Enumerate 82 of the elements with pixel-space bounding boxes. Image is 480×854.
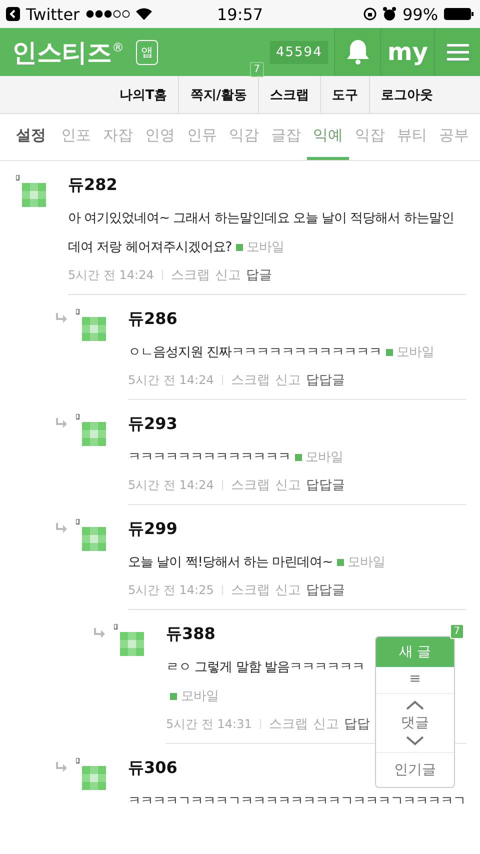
popular-button[interactable]: 인기글	[376, 752, 454, 787]
reply-arrow-icon	[54, 523, 68, 535]
reply-arrow-icon	[92, 628, 106, 640]
category-tab[interactable]: 자잡	[97, 114, 139, 160]
nav-link[interactable]: 나의T홈	[108, 76, 178, 113]
action-link[interactable]: 스크랩	[230, 371, 270, 389]
chevron-down-icon[interactable]	[406, 736, 424, 746]
reply-arrow-icon	[54, 418, 68, 430]
action-link[interactable]: 신고	[274, 581, 301, 599]
category-tab[interactable]: 공부	[433, 114, 475, 160]
rotation-lock-icon	[363, 7, 378, 21]
battery-icon	[444, 8, 474, 20]
category-tab[interactable]: 인영	[139, 114, 181, 160]
reply-link[interactable]: 답답	[344, 715, 370, 733]
chevron-up-icon[interactable]	[406, 700, 424, 710]
settings-tab[interactable]: 설정	[10, 114, 52, 160]
app-badge[interactable]: 앱	[136, 40, 158, 64]
nav-link[interactable]: 로그아웃	[369, 76, 444, 113]
comment-time: 5시간 전 14:25	[128, 582, 214, 598]
username: 듀286	[128, 309, 178, 330]
nav-link[interactable]: 스크랩	[258, 76, 320, 113]
comment-text: ㅋㅋㅋㅋㄱㅋㅋㅋㄱㅋㅋㅋㅋㅋㅋㅋㅋㄱㅋㅋㅋㄱㅋㅋㅋㅋㄱ	[128, 793, 466, 811]
wifi-icon	[136, 8, 152, 20]
username: 듀388	[166, 624, 216, 645]
back-icon[interactable]	[6, 7, 20, 21]
notification-button[interactable]	[334, 28, 380, 76]
comment-time: 5시간 전 14:24	[68, 266, 154, 284]
site-logo[interactable]: 인스티즈$^{®}$	[12, 36, 124, 68]
comments-label: 댓글	[401, 714, 429, 732]
comment-text: ㅋㅋㅋㅋㅋㅋㅋㅋㅋㅋㅋㅋㅋ 모바일	[128, 443, 466, 472]
category-tab[interactable]: 익감	[223, 114, 265, 160]
comment-text: 오늘 날이 쩍!당해서 하는 마린데여~ 모바일	[128, 548, 466, 577]
alarm-icon	[383, 7, 396, 21]
comment-time: 5시간 전 14:24	[128, 372, 214, 388]
action-link[interactable]: 스크랩	[230, 476, 270, 494]
action-link[interactable]: 신고	[274, 476, 301, 494]
username: 듀299	[128, 519, 178, 540]
username: 듀282	[68, 175, 118, 196]
action-link[interactable]: 스크랩	[170, 266, 210, 284]
nav-link[interactable]: 도구	[320, 76, 369, 113]
mobile-tag: 모바일	[294, 443, 343, 472]
visitor-count: 45594	[270, 40, 328, 64]
reply-link[interactable]: 답답글	[306, 581, 345, 599]
action-link[interactable]: 신고	[312, 715, 339, 733]
menu-button[interactable]	[434, 28, 480, 76]
bell-icon	[346, 39, 370, 65]
comment-text: ㅇㄴ음성지원 진짜ㅋㅋㅋㅋㅋㅋㅋㅋㅋㅋㅋㅋ 모바일	[128, 338, 466, 367]
category-tab[interactable]: 글잡	[265, 114, 307, 160]
my-button[interactable]: my	[380, 28, 434, 76]
reply-arrow-icon	[54, 313, 68, 325]
reply-arrow-icon	[54, 762, 68, 774]
comment-text: ㄹㅇ 그렇게 말함 발음ㅋㅋㅋㅋㅋㅋ 모바일	[166, 653, 375, 711]
signal-icon	[86, 10, 130, 18]
clock: 19:57	[216, 4, 264, 24]
category-tab[interactable]: 익예	[307, 114, 349, 160]
count-badge: 7	[450, 624, 464, 639]
mobile-tag: 모바일	[170, 682, 218, 711]
mobile-tag: 모바일	[386, 338, 434, 367]
reply-link[interactable]: 답답글	[306, 476, 345, 494]
new-post-button[interactable]: 새 글	[376, 637, 454, 667]
mobile-tag: 모바일	[336, 548, 386, 577]
username: 듀306	[128, 758, 178, 779]
action-link[interactable]: 스크랩	[230, 581, 270, 599]
username: 듀293	[128, 414, 178, 435]
reply-link[interactable]: 답글	[246, 266, 272, 284]
action-link[interactable]: 신고	[214, 266, 241, 284]
comment-time: 5시간 전 14:24	[128, 476, 214, 494]
category-tab[interactable]: 인뮤	[181, 114, 223, 160]
mobile-tag: 모바일	[236, 233, 284, 262]
category-tab[interactable]: 뷰티	[391, 114, 433, 160]
category-tab[interactable]: 익잡	[349, 114, 391, 160]
comment-text: 아 여기있었네여~ 그래서 하는말인데요 오늘 날이 적당해서 하는말인데여 저랑 헤어져주시겠어요? 모바일	[68, 204, 466, 262]
list-button[interactable]: ≡	[376, 667, 454, 693]
menu-icon	[446, 43, 468, 61]
reply-link[interactable]: 답답글	[306, 371, 345, 389]
comment-time: 5시간 전 14:31	[166, 716, 252, 732]
battery-percent: 99%	[402, 4, 438, 24]
action-link[interactable]: 스크랩	[268, 715, 308, 733]
action-link[interactable]: 신고	[274, 371, 301, 389]
category-tab[interactable]: 인포	[55, 114, 97, 160]
count-badge: 7	[250, 62, 264, 77]
back-app-label[interactable]: Twitter	[26, 4, 80, 24]
